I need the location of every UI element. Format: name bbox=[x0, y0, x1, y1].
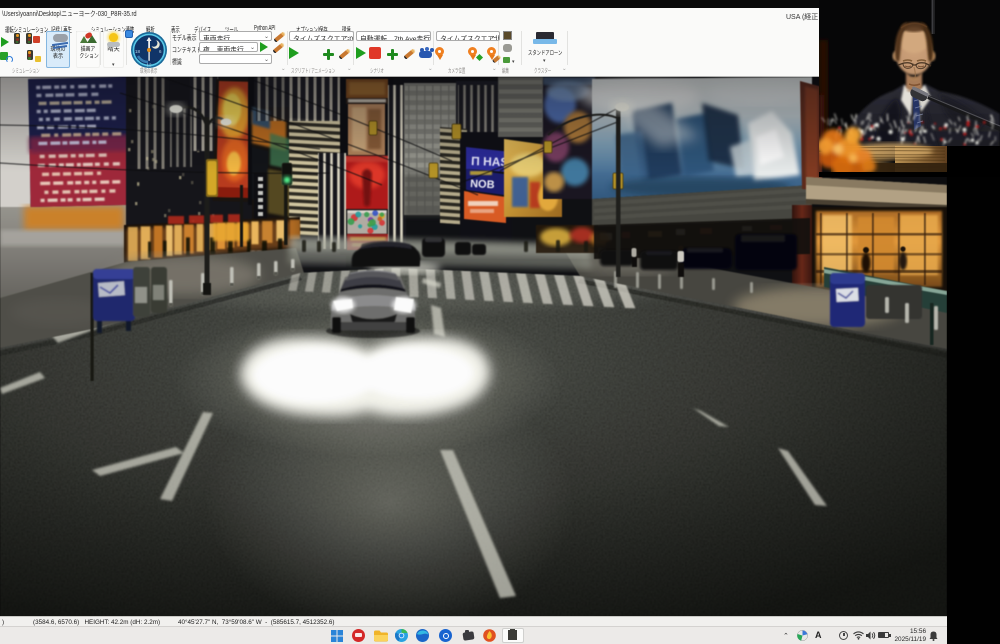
svg-text:NOB: NOB bbox=[470, 178, 495, 191]
svg-text:18: 18 bbox=[135, 49, 141, 54]
